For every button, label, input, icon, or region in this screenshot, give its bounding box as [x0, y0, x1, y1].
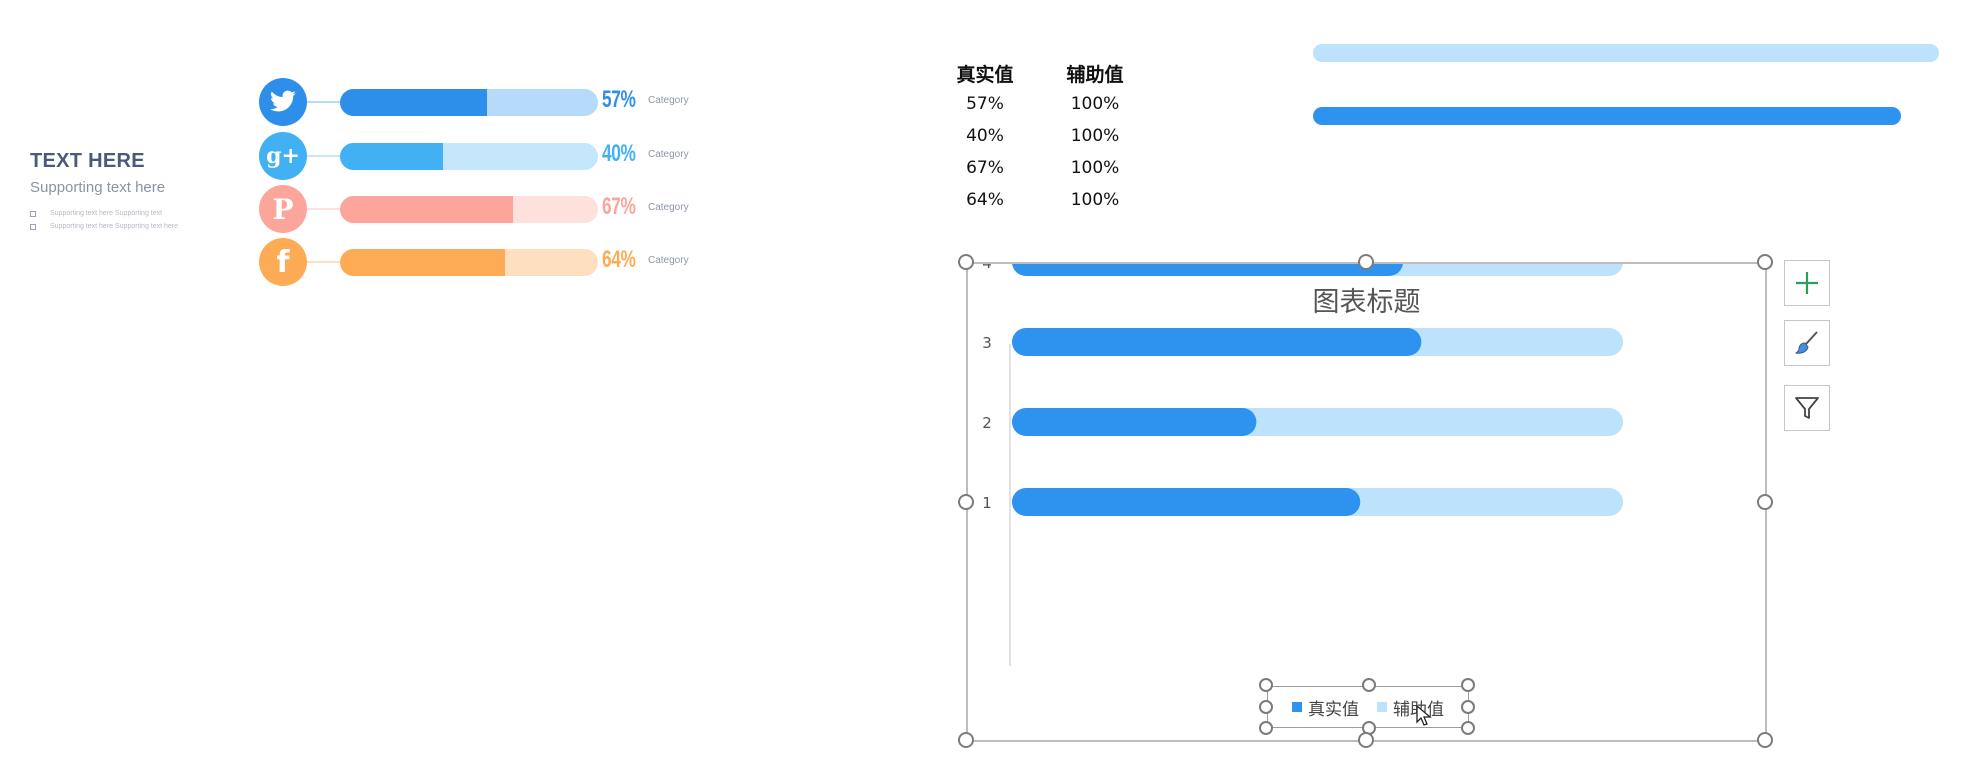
- info-bullet: Supporting text here Supporting text: [30, 210, 162, 217]
- mouse-cursor-icon: [1416, 705, 1432, 726]
- social-row-pinterest: P 67% Category: [259, 185, 719, 233]
- pinterest-icon: P: [259, 185, 307, 233]
- bar-actual[interactable]: [1012, 408, 1257, 436]
- chart-resize-handle[interactable]: [958, 254, 974, 270]
- table-row: 67% 100%: [930, 152, 1150, 184]
- table-header[interactable]: 辅助值: [1040, 58, 1150, 88]
- row-category: Category: [648, 95, 689, 106]
- social-row-twitter: 57% Category: [259, 78, 719, 126]
- table-cell[interactable]: 57%: [930, 88, 1040, 120]
- bullet-text: Supporting text here Supporting text: [50, 210, 163, 217]
- social-infographic: TEXT HERE Supporting text here Supportin…: [0, 0, 720, 300]
- chart-resize-handle[interactable]: [1358, 254, 1374, 270]
- chart-resize-handle[interactable]: [958, 732, 974, 748]
- row-category: Category: [648, 149, 689, 160]
- table-row: 57% 100%: [930, 88, 1150, 120]
- progress-fill: [340, 196, 513, 223]
- progress-track: [340, 89, 598, 116]
- decorative-bar-dark[interactable]: [1313, 107, 1902, 125]
- row-category: Category: [648, 202, 689, 213]
- social-row-facebook: f 64% Category: [259, 238, 719, 286]
- bar-actual[interactable]: [1012, 264, 1403, 276]
- data-table: 真实值 辅助值 57% 100% 40% 100% 67% 100% 64% 100%: [930, 58, 1150, 216]
- facebook-icon: f: [259, 238, 307, 286]
- table-cell[interactable]: 64%: [930, 184, 1040, 216]
- table-cell[interactable]: 100%: [1040, 184, 1150, 216]
- legend-resize-handle[interactable]: [1362, 678, 1376, 692]
- legend-swatch: [1377, 702, 1387, 712]
- row-connector: [307, 208, 341, 210]
- progress-track: [340, 143, 598, 170]
- progress-track: [340, 196, 598, 223]
- add-chart-element-button[interactable]: [1784, 260, 1830, 306]
- row-percent: 57%: [602, 86, 636, 113]
- chart-resize-handle[interactable]: [1757, 732, 1773, 748]
- legend-resize-handle[interactable]: [1461, 700, 1475, 714]
- bar-chart[interactable]: 图表标题 1234 真实值 辅助值: [958, 254, 1773, 748]
- table-cell[interactable]: 100%: [1040, 120, 1150, 152]
- bar-actual[interactable]: [1012, 488, 1361, 516]
- table-cell[interactable]: 40%: [930, 120, 1040, 152]
- google-plus-icon: g+: [259, 132, 307, 180]
- row-percent: 67%: [602, 193, 636, 220]
- chart-legend[interactable]: 真实值 辅助值: [1259, 678, 1475, 735]
- table-row: 40% 100%: [930, 120, 1150, 152]
- legend-swatch: [1292, 702, 1302, 712]
- chart-styles-button[interactable]: [1784, 320, 1830, 366]
- row-connector: [307, 101, 341, 103]
- legend-label: 真实值: [1308, 699, 1359, 720]
- info-title: TEXT HERE: [30, 150, 145, 172]
- row-percent: 64%: [602, 246, 636, 273]
- bar-actual[interactable]: [1012, 328, 1422, 356]
- chart-resize-handle[interactable]: [958, 494, 974, 510]
- progress-track: [340, 249, 598, 276]
- paintbrush-icon: [1794, 331, 1818, 354]
- chart-resize-handle[interactable]: [1757, 494, 1773, 510]
- twitter-icon: [259, 78, 307, 126]
- y-tick-label: 4: [982, 264, 992, 272]
- legend-resize-handle[interactable]: [1259, 678, 1273, 692]
- table-cell[interactable]: 100%: [1040, 152, 1150, 184]
- bullet-square-icon: [30, 210, 36, 217]
- chart-resize-handle[interactable]: [1757, 254, 1773, 270]
- legend-item[interactable]: 辅助值: [1377, 695, 1444, 720]
- decorative-bar-light[interactable]: [1313, 44, 1939, 62]
- filter-icon: [1795, 397, 1819, 419]
- social-row-google-plus: g+ 40% Category: [259, 132, 719, 180]
- progress-fill: [340, 249, 506, 276]
- y-tick-label: 1: [982, 494, 992, 512]
- bullet-square-icon: [30, 223, 36, 230]
- y-tick-label: 3: [982, 334, 992, 352]
- info-bullet: Supporting text here Supporting text her…: [30, 223, 178, 230]
- chart-plot: 1 2 3 4: [982, 264, 1623, 666]
- table-row: 64% 100%: [930, 184, 1150, 216]
- chart-filters-button[interactable]: [1784, 385, 1830, 431]
- chart-resize-handle[interactable]: [1358, 732, 1374, 748]
- row-percent: 40%: [602, 140, 636, 167]
- legend-resize-handle[interactable]: [1259, 700, 1273, 714]
- legend-resize-handle[interactable]: [1461, 721, 1475, 735]
- progress-fill: [340, 143, 444, 170]
- table-header[interactable]: 真实值: [930, 58, 1040, 88]
- legend-resize-handle[interactable]: [1461, 678, 1475, 692]
- y-tick-label: 2: [982, 414, 992, 432]
- row-category: Category: [648, 255, 689, 266]
- table-cell[interactable]: 100%: [1040, 88, 1150, 120]
- row-connector: [307, 155, 341, 157]
- row-connector: [307, 261, 341, 263]
- bullet-text: Supporting text here Supporting text her…: [50, 223, 179, 230]
- table-cell[interactable]: 67%: [930, 152, 1040, 184]
- legend-resize-handle[interactable]: [1259, 721, 1273, 735]
- info-subtitle: Supporting text here: [30, 179, 166, 196]
- progress-fill: [340, 89, 488, 116]
- legend-item[interactable]: 真实值: [1292, 695, 1359, 720]
- plus-icon: [1796, 272, 1818, 294]
